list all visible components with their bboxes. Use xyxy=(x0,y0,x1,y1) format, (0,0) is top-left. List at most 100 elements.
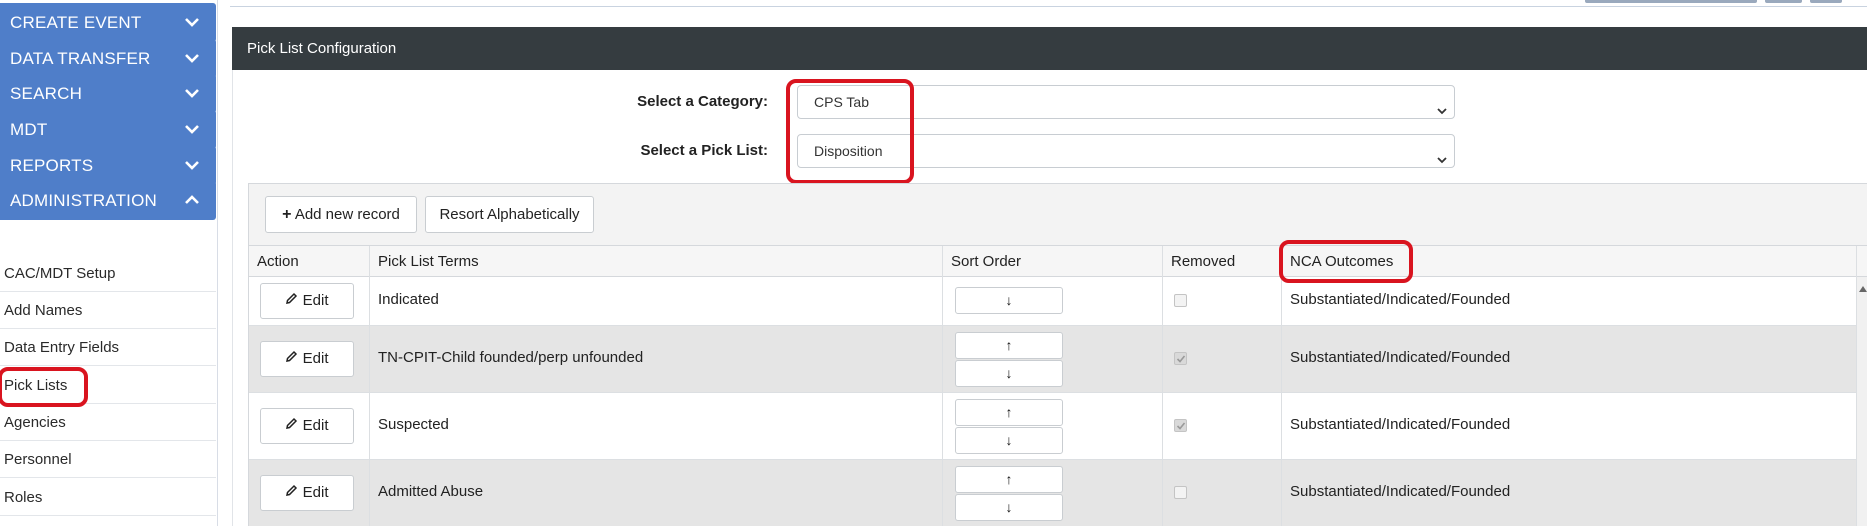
sidebar-item-agencies[interactable]: Agencies xyxy=(0,404,216,441)
sidebar-item-personnel[interactable]: Personnel xyxy=(0,441,216,478)
pencil-icon xyxy=(285,292,298,309)
nav-reports[interactable]: REPORTS xyxy=(0,146,216,185)
category-select-value: CPS Tab xyxy=(814,94,869,110)
picklist-label: Select a Pick List: xyxy=(640,142,768,159)
sidebar-item-cac-mdt-setup[interactable]: CAC/MDT Setup xyxy=(0,255,216,292)
add-record-button[interactable]: + Add new record xyxy=(265,196,417,233)
sidebar-item-data-entry-fields[interactable]: Data Entry Fields xyxy=(0,329,216,366)
pencil-icon xyxy=(285,484,298,501)
sidebar-item-add-names[interactable]: Add Names xyxy=(0,292,216,329)
chevron-down-icon xyxy=(182,3,202,42)
chevron-down-icon xyxy=(1436,96,1448,128)
chevron-down-icon xyxy=(182,110,202,149)
edit-button[interactable]: Edit xyxy=(260,283,354,319)
move-down-button[interactable]: ↓ xyxy=(955,494,1063,521)
chevron-down-icon xyxy=(1436,145,1448,177)
resort-alphabetically-button[interactable]: Resort Alphabetically xyxy=(425,196,594,233)
sidebar-item-label: Data Entry Fields xyxy=(4,339,120,356)
top-button-stub[interactable] xyxy=(1765,0,1802,3)
panel-header: Pick List Configuration xyxy=(232,27,1867,70)
action-cell: Edit xyxy=(249,277,369,325)
column-header-terms: Pick List Terms xyxy=(369,246,942,277)
table-row: Edit TN-CPIT-Child founded/perp unfounde… xyxy=(249,326,1856,393)
arrow-down-icon: ↓ xyxy=(1005,292,1013,308)
nav-mdt[interactable]: MDT xyxy=(0,110,216,149)
move-up-button[interactable]: ↑ xyxy=(955,399,1063,426)
edit-label: Edit xyxy=(302,417,329,434)
picklist-grid: + Add new record Resort Alphabetically A… xyxy=(248,183,1867,526)
category-select[interactable]: CPS Tab xyxy=(797,85,1455,119)
sort-cell: ↓ xyxy=(942,277,1162,325)
removed-cell xyxy=(1162,460,1281,526)
removed-checkbox[interactable] xyxy=(1174,419,1187,432)
column-header-removed: Removed xyxy=(1162,246,1281,277)
outcome-text: Substantiated/Indicated/Founded xyxy=(1290,291,1511,308)
sidebar-item-label: Pick Lists xyxy=(4,377,68,394)
column-header-spacer xyxy=(1856,246,1867,277)
panel-title: Pick List Configuration xyxy=(247,40,397,57)
nav-data-transfer[interactable]: DATA TRANSFER xyxy=(0,39,216,78)
outcome-text: Substantiated/Indicated/Founded xyxy=(1290,416,1511,433)
top-button-stub[interactable] xyxy=(1585,0,1757,3)
removed-cell xyxy=(1162,277,1281,325)
move-down-button[interactable]: ↓ xyxy=(955,360,1063,387)
table-row: Edit Admitted Abuse ↑ ↓ Substantiated/In… xyxy=(249,460,1856,526)
nav-label: ADMINISTRATION xyxy=(10,191,157,210)
sidebar-item-label: Add Names xyxy=(4,302,83,319)
move-down-button[interactable]: ↓ xyxy=(955,427,1063,454)
edit-button[interactable]: Edit xyxy=(260,341,354,377)
removed-checkbox[interactable] xyxy=(1174,352,1187,365)
add-record-label: Add new record xyxy=(294,206,400,223)
top-button-stub[interactable] xyxy=(1810,0,1842,3)
table-row: Edit Suspected ↑ ↓ Substantiated/Indicat… xyxy=(249,393,1856,460)
picklist-select-value: Disposition xyxy=(814,143,883,159)
chevron-down-icon xyxy=(182,146,202,185)
sidebar-item-label: Roles xyxy=(4,489,43,506)
move-down-button[interactable]: ↓ xyxy=(955,287,1063,314)
move-up-button[interactable]: ↑ xyxy=(955,466,1063,493)
nav-administration[interactable]: ADMINISTRATION xyxy=(0,181,216,220)
removed-cell xyxy=(1162,326,1281,392)
scroll-up-icon xyxy=(1859,279,1867,296)
sidebar-item-label: Agencies xyxy=(4,414,66,431)
term-text: Suspected xyxy=(378,416,449,433)
nav-search[interactable]: SEARCH xyxy=(0,74,216,113)
edit-label: Edit xyxy=(302,292,329,309)
sidebar-item-roles[interactable]: Roles xyxy=(0,479,216,516)
sort-cell: ↑ ↓ xyxy=(942,326,1162,392)
grid-header: Action Pick List Terms Sort Order Remove… xyxy=(249,245,1867,277)
outcome-cell: Substantiated/Indicated/Founded xyxy=(1281,460,1856,526)
outcome-cell: Substantiated/Indicated/Founded xyxy=(1281,326,1856,392)
picklist-select[interactable]: Disposition xyxy=(797,134,1455,168)
chevron-down-icon xyxy=(182,39,202,78)
move-up-button[interactable]: ↑ xyxy=(955,332,1063,359)
arrow-up-icon: ↑ xyxy=(1005,404,1013,420)
nav-create-event[interactable]: CREATE EVENT xyxy=(0,3,216,42)
edit-button[interactable]: Edit xyxy=(260,475,354,511)
term-cell: Suspected xyxy=(369,393,942,459)
term-cell: TN-CPIT-Child founded/perp unfounded xyxy=(369,326,942,392)
removed-checkbox[interactable] xyxy=(1174,486,1187,499)
category-label: Select a Category: xyxy=(637,93,768,110)
sidebar-item-pick-lists-row[interactable]: Pick Lists xyxy=(0,367,216,404)
removed-cell xyxy=(1162,393,1281,459)
arrow-down-icon: ↓ xyxy=(1005,499,1013,515)
term-cell: Admitted Abuse xyxy=(369,460,942,526)
term-text: Admitted Abuse xyxy=(378,483,484,500)
outcome-cell: Substantiated/Indicated/Founded xyxy=(1281,393,1856,459)
edit-button[interactable]: Edit xyxy=(260,408,354,444)
arrow-up-icon: ↑ xyxy=(1005,471,1013,487)
arrow-down-icon: ↓ xyxy=(1005,432,1013,448)
term-text: TN-CPIT-Child founded/perp unfounded xyxy=(378,349,644,366)
top-divider xyxy=(230,6,1867,7)
term-cell: Indicated xyxy=(369,277,942,325)
nav-label: REPORTS xyxy=(10,156,94,175)
edit-label: Edit xyxy=(302,484,329,501)
sort-cell: ↑ ↓ xyxy=(942,460,1162,526)
action-cell: Edit xyxy=(249,460,369,526)
sidebar-item-label: Personnel xyxy=(4,451,72,468)
removed-checkbox[interactable] xyxy=(1174,294,1187,307)
grid-scrollbar[interactable] xyxy=(1856,277,1867,526)
plus-icon: + xyxy=(282,206,292,223)
outcome-cell: Substantiated/Indicated/Founded xyxy=(1281,277,1856,325)
